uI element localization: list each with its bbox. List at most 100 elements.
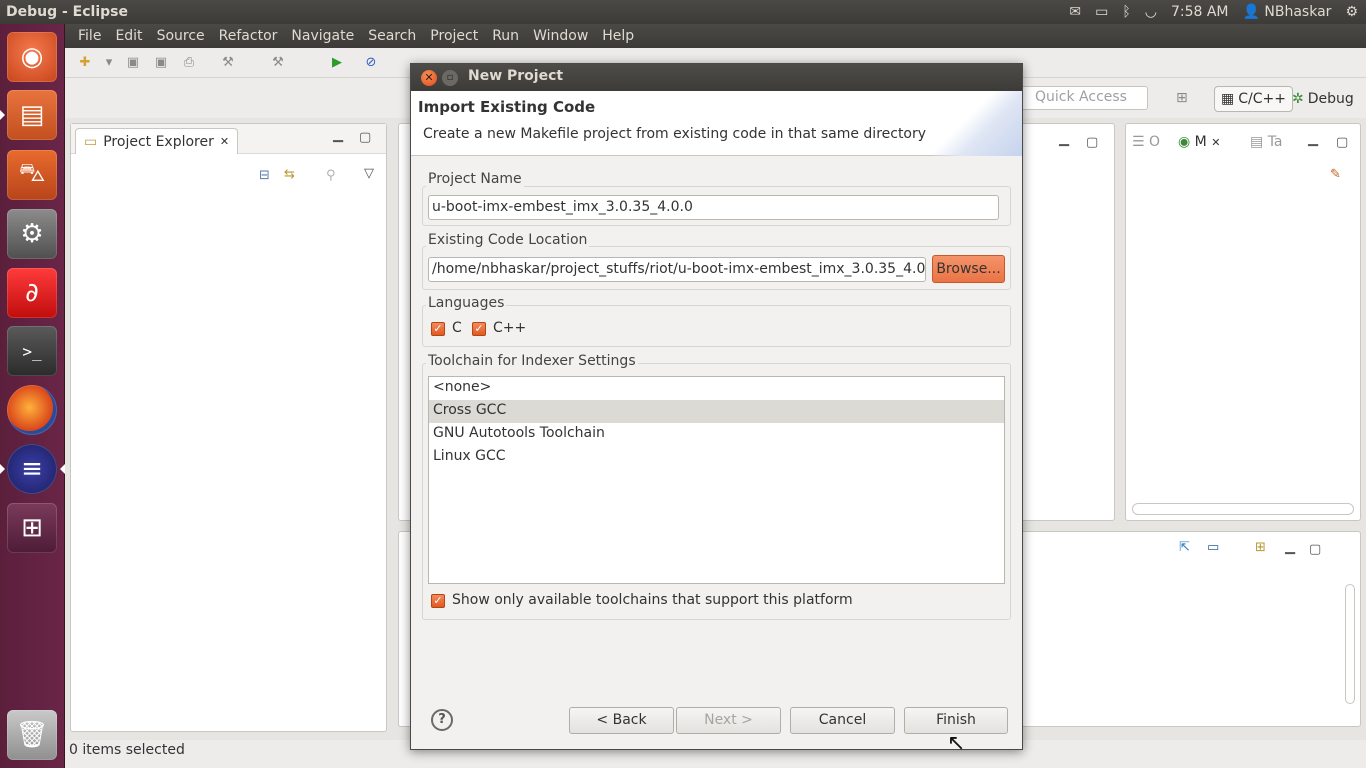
quick-access-input[interactable]: Quick Access: [1020, 86, 1148, 110]
tab-make-label: M: [1194, 134, 1207, 150]
toolchain-list[interactable]: <none> Cross GCC GNU Autotools Toolchain…: [428, 376, 1005, 584]
vertical-scrollbar[interactable]: [1345, 584, 1355, 704]
console-maximize-icon[interactable]: ▢: [1309, 542, 1321, 557]
dialog-title: New Project: [468, 68, 564, 84]
hammer-icon[interactable]: ⚒: [270, 55, 286, 71]
user-name: NBhaskar: [1264, 4, 1332, 20]
close-icon[interactable]: ✕: [1211, 136, 1220, 149]
perspective-cpp[interactable]: ▦ C/C++: [1214, 86, 1293, 112]
close-icon[interactable]: ✕: [421, 70, 437, 86]
browse-button[interactable]: Browse...: [932, 255, 1005, 283]
menu-project[interactable]: Project: [423, 28, 485, 44]
make-target-icon: ◉: [1178, 134, 1191, 150]
save-icon[interactable]: ▣: [125, 55, 141, 71]
wifi-icon[interactable]: ◡: [1145, 4, 1157, 20]
perspective-cpp-label: C/C++: [1238, 91, 1286, 107]
running-indicator: [0, 464, 5, 474]
list-item[interactable]: Linux GCC: [429, 446, 1004, 469]
tab-tasks-label: Ta: [1267, 134, 1283, 150]
cpp-perspective-icon: ▦: [1221, 91, 1235, 107]
lang-cpp-label: C++: [493, 320, 527, 336]
terminal-icon[interactable]: >_: [7, 326, 57, 376]
menu-edit[interactable]: Edit: [108, 28, 149, 44]
menu-navigate[interactable]: Navigate: [284, 28, 361, 44]
project-explorer-label: Project Explorer: [103, 133, 214, 150]
finish-button[interactable]: Finish: [904, 707, 1008, 734]
minimize-icon[interactable]: ▁: [333, 128, 343, 143]
save-all-icon[interactable]: ▣: [153, 55, 169, 71]
display-console-icon[interactable]: ▭: [1207, 540, 1219, 555]
code-location-input[interactable]: /home/nbhaskar/project_stuffs/riot/u-boo…: [428, 257, 926, 282]
open-perspective-icon[interactable]: ⊞: [1176, 90, 1188, 106]
tab-make-targets[interactable]: ◉ M ✕: [1178, 134, 1220, 150]
mouse-cursor-icon: ↖: [947, 731, 966, 756]
pin-console-icon[interactable]: ⇱: [1179, 540, 1190, 555]
code-location-label: Existing Code Location: [426, 232, 590, 248]
new-icon[interactable]: ✚: [77, 55, 93, 71]
skip-breakpoints-icon[interactable]: ⊘: [363, 55, 379, 71]
maximize-icon[interactable]: ▫: [442, 70, 458, 86]
tab-outline[interactable]: ☰ O: [1132, 134, 1160, 150]
show-only-checkbox[interactable]: ✓: [431, 594, 445, 608]
ubuntu-dash-icon[interactable]: ◉: [7, 32, 57, 82]
battery-icon[interactable]: ▭: [1095, 4, 1108, 20]
eclipse-icon[interactable]: ≡: [7, 444, 57, 494]
clock[interactable]: 7:58 AM: [1171, 4, 1229, 20]
list-item[interactable]: <none>: [429, 377, 1004, 400]
collapse-all-icon[interactable]: ⊟: [259, 168, 270, 183]
console-minimize-icon[interactable]: ▁: [1285, 540, 1295, 555]
next-button[interactable]: Next >: [676, 707, 781, 734]
menu-source[interactable]: Source: [150, 28, 212, 44]
close-icon[interactable]: ✕: [220, 135, 229, 148]
menu-search[interactable]: Search: [361, 28, 423, 44]
perspective-debug[interactable]: ✲ Debug: [1286, 86, 1360, 112]
edit-target-icon[interactable]: ✎: [1330, 167, 1341, 182]
editor-minimize-icon[interactable]: ▁: [1059, 132, 1069, 147]
status-text: 0 items selected: [69, 742, 185, 758]
outline-minimize-icon[interactable]: ▁: [1308, 132, 1318, 147]
lang-c-checkbox[interactable]: ✓: [431, 322, 445, 336]
open-console-icon[interactable]: ⊞: [1255, 540, 1266, 555]
menu-help[interactable]: Help: [595, 28, 641, 44]
user-menu[interactable]: 👤 NBhaskar: [1243, 4, 1332, 20]
menu-window[interactable]: Window: [526, 28, 595, 44]
software-center-icon[interactable]: ⛍: [7, 150, 57, 200]
outline-maximize-icon[interactable]: ▢: [1336, 135, 1348, 150]
menu-run[interactable]: Run: [485, 28, 526, 44]
banner-graphic: [932, 91, 1022, 156]
trash-icon[interactable]: 🗑: [7, 710, 57, 760]
firefox-icon[interactable]: [7, 385, 57, 435]
workspace-switcher-icon[interactable]: ⊞: [7, 503, 57, 553]
back-button[interactable]: < Back: [569, 707, 674, 734]
print-icon[interactable]: ⎙: [181, 55, 197, 71]
system-settings-icon[interactable]: ⚙: [7, 209, 57, 259]
mail-icon[interactable]: ✉: [1069, 4, 1081, 20]
folder-icon: ▭: [84, 133, 98, 150]
files-icon[interactable]: ▤: [7, 90, 57, 140]
editor-maximize-icon[interactable]: ▢: [1086, 135, 1098, 150]
menu-file[interactable]: File: [71, 28, 108, 44]
bluetooth-icon[interactable]: ᛒ: [1122, 4, 1130, 20]
maximize-icon[interactable]: ▢: [359, 130, 371, 145]
view-menu-icon[interactable]: ▽: [364, 166, 374, 181]
run-icon[interactable]: ▶: [329, 55, 345, 71]
gear-icon[interactable]: ⚙: [1345, 4, 1358, 20]
list-item-selected[interactable]: Cross GCC: [429, 400, 1004, 423]
horizontal-scrollbar[interactable]: [1132, 503, 1354, 515]
chevron-down-icon[interactable]: ▾: [101, 55, 117, 71]
list-item[interactable]: GNU Autotools Toolchain: [429, 423, 1004, 446]
tab-tasks[interactable]: ▤ Ta: [1250, 134, 1283, 150]
cancel-button[interactable]: Cancel: [790, 707, 895, 734]
build-icon[interactable]: ⚒: [220, 55, 236, 71]
menu-refactor[interactable]: Refactor: [212, 28, 285, 44]
project-explorer-header: ▭ Project Explorer ✕ ▁ ▢: [71, 124, 386, 154]
page-title: Import Existing Code: [418, 98, 596, 116]
filter-icon[interactable]: ⚲: [326, 168, 336, 183]
airtel-icon[interactable]: ∂: [7, 268, 57, 318]
link-editor-icon[interactable]: ⇆: [284, 167, 295, 182]
lang-cpp-checkbox[interactable]: ✓: [472, 322, 486, 336]
help-icon[interactable]: ?: [431, 709, 453, 731]
project-explorer-view: ▭ Project Explorer ✕ ▁ ▢ ⊟ ⇆ ⚲ ▽: [70, 123, 387, 732]
project-name-input[interactable]: u-boot-imx-embest_imx_3.0.35_4.0.0: [428, 195, 999, 220]
tab-project-explorer[interactable]: ▭ Project Explorer ✕: [75, 128, 239, 154]
